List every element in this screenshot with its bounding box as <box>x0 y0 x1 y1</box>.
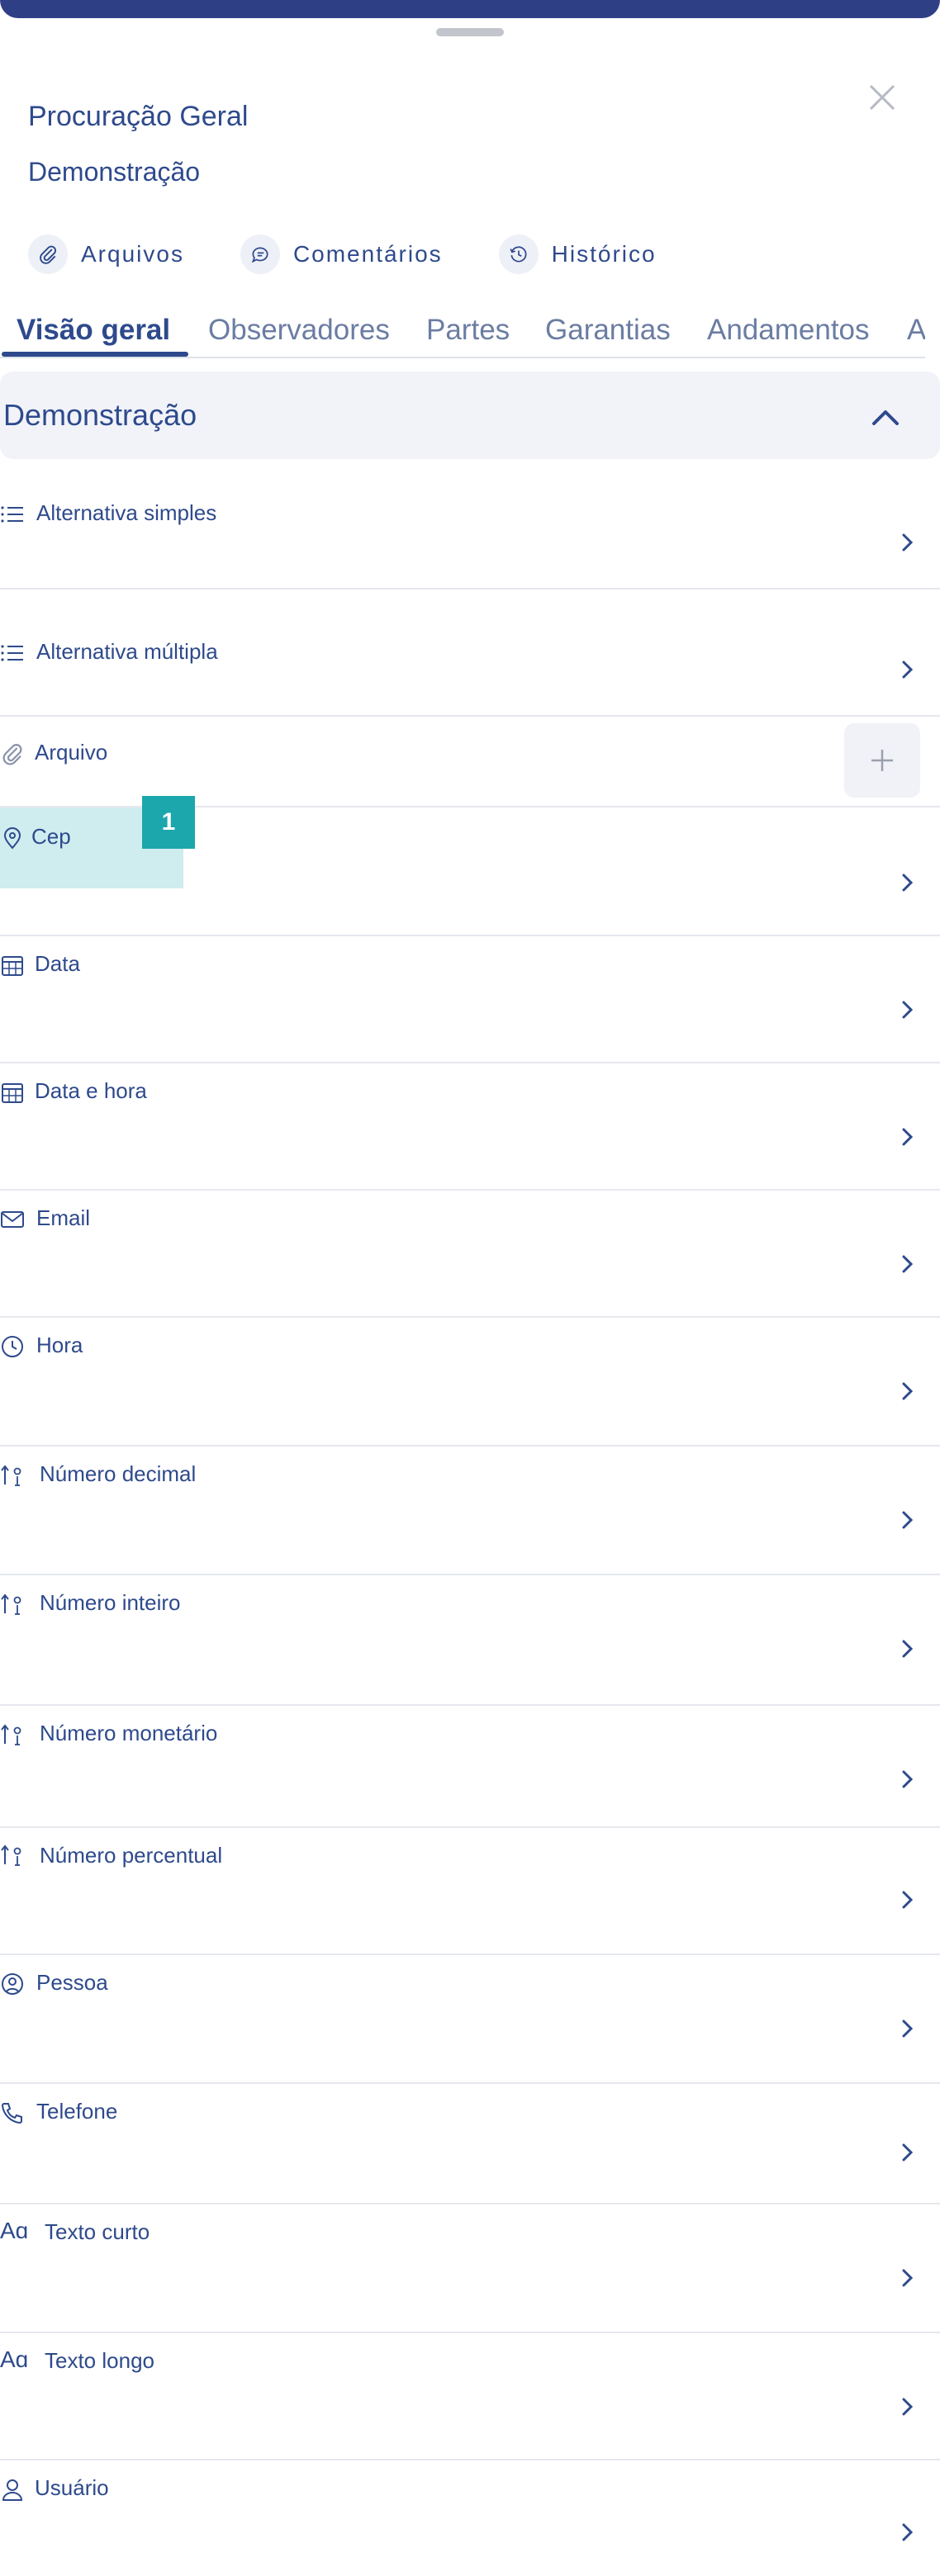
field-telefone[interactable]: Telefone <box>0 2084 940 2204</box>
sort-numeric-icon <box>1 1465 21 1486</box>
field-label: Telefone <box>36 2099 118 2124</box>
chevron-right-icon[interactable] <box>899 1887 917 1912</box>
paperclip-icon <box>28 234 68 274</box>
text-icon: Aɑ <box>0 2218 29 2243</box>
field-label: Email <box>36 1205 91 1230</box>
field-numero-inteiro[interactable]: Número inteiro <box>0 1575 940 1706</box>
field-hora[interactable]: Hora <box>0 1318 940 1447</box>
chevron-right-icon[interactable] <box>899 2016 917 2041</box>
paperclip-icon <box>2 743 22 765</box>
list-icon <box>1 506 23 523</box>
chevron-right-icon[interactable] <box>899 2394 917 2419</box>
field-label: Arquivo <box>35 740 108 765</box>
field-label: Texto curto <box>45 2219 150 2244</box>
history-button[interactable]: Histórico <box>498 234 657 274</box>
drag-handle[interactable] <box>436 28 504 36</box>
sort-numeric-icon <box>1 1844 21 1866</box>
field-label: Alternativa simples <box>36 500 217 525</box>
annotation-badge: 1 <box>142 796 195 849</box>
chevron-right-icon[interactable] <box>899 1767 917 1792</box>
tab-andamentos[interactable]: Andamentos <box>707 314 870 347</box>
bottom-sheet: Procuração Geral Demonstração Arquivos C… <box>0 0 940 2576</box>
page-subtitle: Demonstração <box>28 157 201 187</box>
tab-more[interactable]: A <box>907 314 925 347</box>
field-label: Hora <box>36 1333 83 1357</box>
history-icon <box>498 234 539 274</box>
field-alternativa-simples[interactable]: Alternativa simples <box>0 459 940 590</box>
tab-visao-geral[interactable]: Visão geral <box>17 314 170 347</box>
chevron-right-icon[interactable] <box>899 2140 917 2165</box>
field-label: Alternativa múltipla <box>36 639 218 664</box>
plus-icon <box>871 750 893 771</box>
chevron-up-icon[interactable] <box>869 401 902 434</box>
text-icon: Aɑ <box>0 2346 29 2372</box>
phone-icon <box>1 2103 22 2124</box>
tab-garantias[interactable]: Garantias <box>545 314 671 347</box>
field-label: Número monetário <box>40 1721 218 1745</box>
field-numero-decimal[interactable]: Número decimal <box>0 1447 940 1575</box>
field-arquivo[interactable]: Arquivo <box>0 717 940 807</box>
chevron-right-icon[interactable] <box>899 1636 917 1661</box>
chevron-right-icon[interactable] <box>899 1252 917 1276</box>
field-label: Número decimal <box>40 1461 197 1486</box>
tab-observadores[interactable]: Observadores <box>208 314 390 347</box>
chevron-right-icon[interactable] <box>899 657 917 682</box>
field-label: Número percentual <box>40 1843 223 1868</box>
calendar-icon <box>2 956 23 976</box>
action-bar: Arquivos Comentários Histórico <box>28 233 713 276</box>
field-data-e-hora[interactable]: Data e hora <box>0 1063 940 1191</box>
add-file-button[interactable] <box>844 723 920 798</box>
field-label: Data e hora <box>35 1078 147 1103</box>
field-alternativa-multipla[interactable]: Alternativa múltipla <box>0 590 940 717</box>
sort-numeric-icon <box>1 1593 21 1615</box>
field-texto-curto[interactable]: Aɑ Texto curto <box>0 2204 940 2333</box>
chevron-right-icon[interactable] <box>899 1508 917 1532</box>
tab-bar: Visão geral Observadores Partes Garantia… <box>0 309 925 358</box>
field-label: Cep <box>31 824 71 849</box>
list-icon <box>1 645 23 661</box>
clock-icon <box>2 1336 23 1357</box>
comments-button[interactable]: Comentários <box>240 234 443 274</box>
field-numero-percentual[interactable]: Número percentual <box>0 1828 940 1955</box>
comments-label: Comentários <box>292 241 443 267</box>
field-label: Usuário <box>35 2475 109 2500</box>
comment-icon <box>240 234 280 274</box>
chevron-right-icon[interactable] <box>899 2266 917 2290</box>
envelope-icon <box>1 1211 24 1228</box>
top-app-bar <box>0 0 940 18</box>
field-pessoa[interactable]: Pessoa <box>0 1955 940 2084</box>
close-icon[interactable] <box>864 79 900 116</box>
calendar-icon <box>2 1083 23 1103</box>
chevron-right-icon[interactable] <box>899 530 917 555</box>
chevron-right-icon[interactable] <box>899 997 917 1022</box>
chevron-right-icon[interactable] <box>899 2520 917 2545</box>
field-cep[interactable]: Cep <box>0 807 940 936</box>
history-label: Histórico <box>551 241 657 267</box>
field-email[interactable]: Email <box>0 1191 940 1318</box>
chevron-right-icon[interactable] <box>899 1125 917 1149</box>
field-usuario[interactable]: Usuário <box>0 2460 940 2576</box>
chevron-right-icon[interactable] <box>899 870 917 895</box>
section-header-demonstracao[interactable]: Demonstração <box>0 372 940 459</box>
map-pin-icon <box>3 827 21 850</box>
field-texto-longo[interactable]: Aɑ Texto longo <box>0 2333 940 2460</box>
sort-numeric-icon <box>1 1724 21 1745</box>
files-label: Arquivos <box>81 241 184 267</box>
active-tab-indicator <box>2 352 188 357</box>
chevron-right-icon[interactable] <box>899 1379 917 1404</box>
field-label: Número inteiro <box>40 1590 181 1615</box>
field-label: Data <box>35 951 80 976</box>
section-title: Demonstração <box>3 398 197 432</box>
person-circle-icon <box>2 1973 23 1995</box>
page-title: Procuração Geral <box>28 101 249 132</box>
field-numero-monetario[interactable]: Número monetário <box>0 1706 940 1828</box>
field-label: Texto longo <box>45 2348 154 2373</box>
tab-partes[interactable]: Partes <box>426 314 510 347</box>
user-icon <box>2 2479 23 2501</box>
field-data[interactable]: Data <box>0 936 940 1063</box>
files-button[interactable]: Arquivos <box>28 234 184 274</box>
field-label: Pessoa <box>36 1970 108 1995</box>
